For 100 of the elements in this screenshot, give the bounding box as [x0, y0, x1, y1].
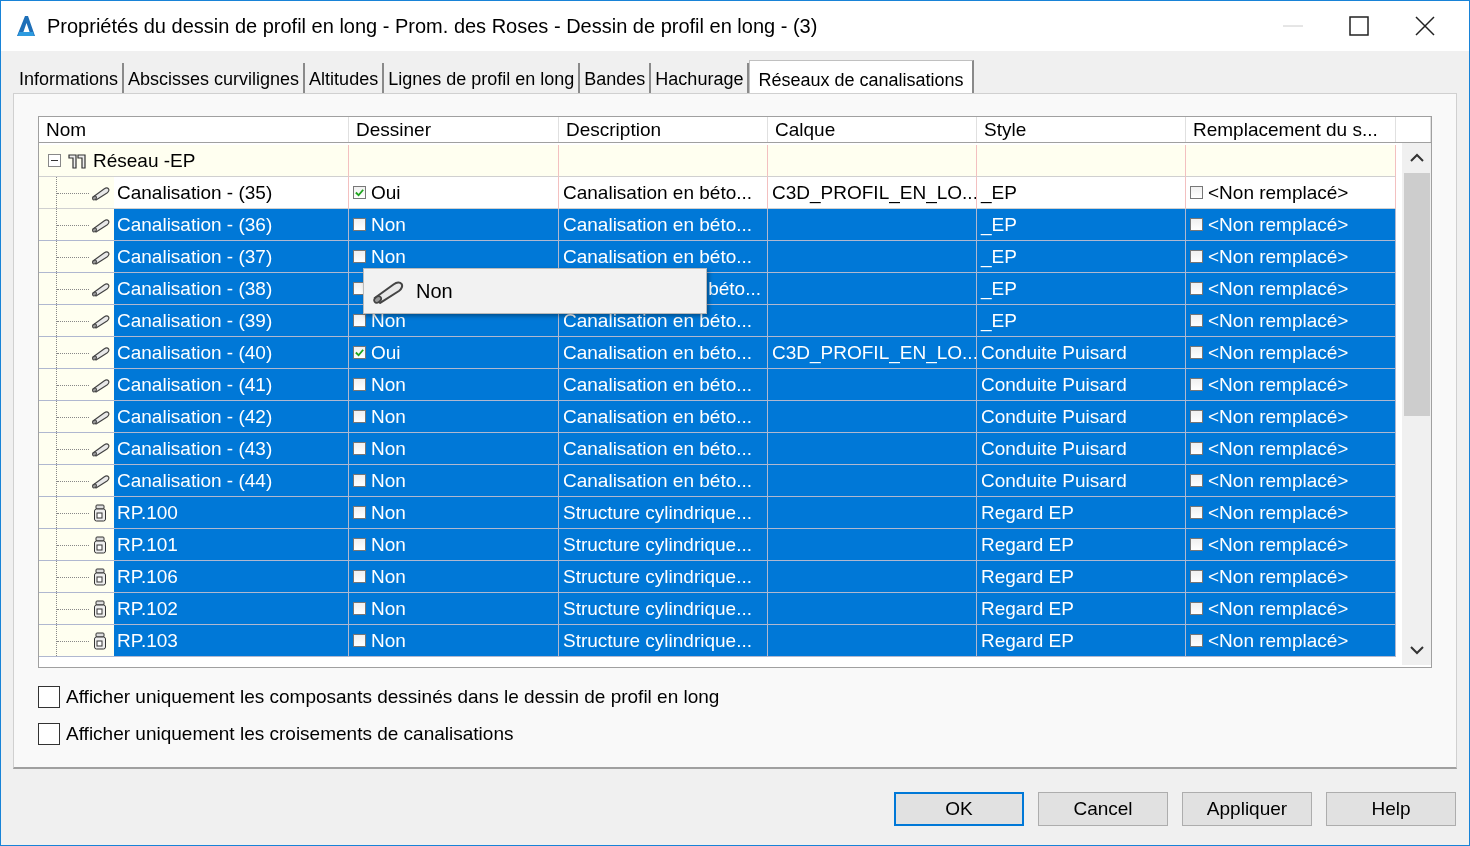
checkbox[interactable]: [1190, 218, 1203, 231]
table-row[interactable]: RP.102 Non Structure cylindrique... Regard EP <Non remplacé>: [39, 593, 1396, 625]
table-row[interactable]: Canalisation - (44) Non Canalisation en béto... Conduite Puisard <Non remplacé>: [39, 465, 1396, 497]
tree-item[interactable]: Canalisation - (42): [117, 405, 273, 428]
checkbox[interactable]: [1190, 186, 1203, 199]
tree-item[interactable]: Canalisation - (43): [117, 437, 273, 460]
column-header[interactable]: Remplacement du s...: [1186, 117, 1396, 142]
column-header[interactable]: Style: [977, 117, 1186, 142]
checkbox[interactable]: [38, 686, 60, 708]
checkbox[interactable]: [1190, 442, 1203, 455]
maximize-icon[interactable]: [1347, 14, 1371, 38]
checkbox[interactable]: [353, 250, 366, 263]
checkbox[interactable]: [353, 570, 366, 583]
checkbox[interactable]: [353, 378, 366, 391]
collapse-icon[interactable]: [48, 154, 61, 167]
table-cell: _EP: [981, 213, 1017, 236]
table-row[interactable]: Canalisation - (36) Non Canalisation en béto... _EP <Non remplacé>: [39, 209, 1396, 241]
checkbox[interactable]: [353, 538, 366, 551]
table-cell: C3D_PROFIL_EN_LO...: [772, 181, 976, 204]
dialog-button[interactable]: OK: [894, 792, 1024, 826]
tree-item[interactable]: Canalisation - (44): [117, 469, 273, 492]
checkbox[interactable]: [1190, 570, 1203, 583]
column-header[interactable]: Dessiner: [349, 117, 559, 142]
table-cell: Regard EP: [981, 533, 1074, 556]
checkbox[interactable]: [1190, 506, 1203, 519]
table-row[interactable]: Canalisation - (37) Non Canalisation en béto... _EP <Non remplacé>: [39, 241, 1396, 273]
checkbox[interactable]: [353, 602, 366, 615]
tree-item[interactable]: Réseau -EP: [93, 149, 196, 172]
cell-text: <Non remplacé>: [1208, 309, 1349, 332]
checkbox[interactable]: [353, 410, 366, 423]
checkbox[interactable]: [1190, 346, 1203, 359]
checkbox[interactable]: [353, 474, 366, 487]
checkbox[interactable]: [1190, 378, 1203, 391]
checkbox[interactable]: [1190, 410, 1203, 423]
tree-item[interactable]: Canalisation - (38): [117, 277, 273, 300]
cell-text: <Non remplacé>: [1208, 437, 1349, 460]
checkbox[interactable]: [1190, 602, 1203, 615]
table-row[interactable]: Canalisation - (42) Non Canalisation en béto... Conduite Puisard <Non remplacé>: [39, 401, 1396, 433]
checkbox[interactable]: [353, 442, 366, 455]
table-cell: Canalisation en béto...: [563, 437, 753, 460]
column-header[interactable]: Description: [559, 117, 768, 142]
table-row[interactable]: RP.103 Non Structure cylindrique... Regard EP <Non remplacé>: [39, 625, 1396, 657]
table-row[interactable]: Canalisation - (43) Non Canalisation en béto... Conduite Puisard <Non remplacé>: [39, 433, 1396, 465]
dialog-button[interactable]: Help: [1326, 792, 1456, 826]
tree-item[interactable]: RP.103: [117, 629, 178, 652]
cell-text: <Non remplacé>: [1208, 373, 1349, 396]
cell-text: <Non remplacé>: [1208, 597, 1349, 620]
cell-text: <Non remplacé>: [1208, 533, 1349, 556]
checkbox[interactable]: [1190, 282, 1203, 295]
table-row[interactable]: Canalisation - (39) Non Canalisation en béto... _EP <Non remplacé>: [39, 305, 1396, 337]
tree-item[interactable]: Canalisation - (41): [117, 373, 273, 396]
scroll-thumb[interactable]: [1403, 173, 1430, 416]
checkbox[interactable]: [353, 314, 366, 327]
checkbox[interactable]: [353, 218, 366, 231]
scrollbar[interactable]: [1402, 143, 1431, 665]
table-row[interactable]: RP.106 Non Structure cylindrique... Regard EP <Non remplacé>: [39, 561, 1396, 593]
tree-item[interactable]: RP.102: [117, 597, 178, 620]
tree-item[interactable]: Canalisation - (36): [117, 213, 273, 236]
table-row[interactable]: RP.100 Non Structure cylindrique... Regard EP <Non remplacé>: [39, 497, 1396, 529]
tree-item[interactable]: RP.100: [117, 501, 178, 524]
dialog-button[interactable]: Appliquer: [1182, 792, 1312, 826]
popup-option[interactable]: Non: [416, 279, 453, 303]
table-cell: _EP: [981, 181, 1017, 204]
checkbox[interactable]: [353, 186, 366, 199]
column-header[interactable]: Calque: [768, 117, 977, 142]
tree-item[interactable]: Canalisation - (40): [117, 341, 273, 364]
checkbox[interactable]: [1190, 538, 1203, 551]
cell-text: Non: [371, 373, 406, 396]
table-row[interactable]: Réseau -EP: [39, 145, 1396, 177]
tab[interactable]: Réseaux de canalisations: [749, 60, 974, 93]
table-cell: Canalisation en béto...: [563, 373, 753, 396]
table-row[interactable]: RP.101 Non Structure cylindrique... Regard EP <Non remplacé>: [39, 529, 1396, 561]
tree-item[interactable]: RP.106: [117, 565, 178, 588]
tree-item[interactable]: Canalisation - (37): [117, 245, 273, 268]
table-row[interactable]: Canalisation - (40) Oui Canalisation en béto... C3D_PROFIL_EN_LO... Conduite Puisard <Non remplacé>: [39, 337, 1396, 369]
checkbox[interactable]: [1190, 314, 1203, 327]
column-header[interactable]: Nom: [39, 117, 349, 142]
checkbox[interactable]: [353, 634, 366, 647]
dropdown-popup[interactable]: Non: [363, 268, 707, 314]
table-cell: Regard EP: [981, 629, 1074, 652]
checkbox[interactable]: [38, 723, 60, 745]
dialog-button[interactable]: Cancel: [1038, 792, 1168, 826]
tree-item[interactable]: Canalisation - (35): [117, 181, 273, 204]
cell-text: Non: [371, 245, 406, 268]
tree-item[interactable]: Canalisation - (39): [117, 309, 273, 332]
checkbox[interactable]: [353, 506, 366, 519]
checkbox-label[interactable]: Afficher uniquement les composants dessinés dans le dessin de profil en long: [66, 686, 720, 708]
close-icon[interactable]: [1413, 14, 1437, 38]
table-cell: _EP: [981, 245, 1017, 268]
scroll-down-icon[interactable]: [1408, 643, 1425, 657]
checkbox[interactable]: [1190, 250, 1203, 263]
cell-text: <Non remplacé>: [1208, 341, 1349, 364]
table-cell: Conduite Puisard: [981, 341, 1127, 364]
checkbox-label[interactable]: Afficher uniquement les croisements de canalisations: [66, 723, 514, 745]
table-row[interactable]: Canalisation - (41) Non Canalisation en béto... Conduite Puisard <Non remplacé>: [39, 369, 1396, 401]
cell-text: Non: [371, 533, 406, 556]
checkbox[interactable]: [1190, 634, 1203, 647]
checkbox[interactable]: [1190, 474, 1203, 487]
tree-item[interactable]: RP.101: [117, 533, 178, 556]
checkbox[interactable]: [353, 346, 366, 359]
